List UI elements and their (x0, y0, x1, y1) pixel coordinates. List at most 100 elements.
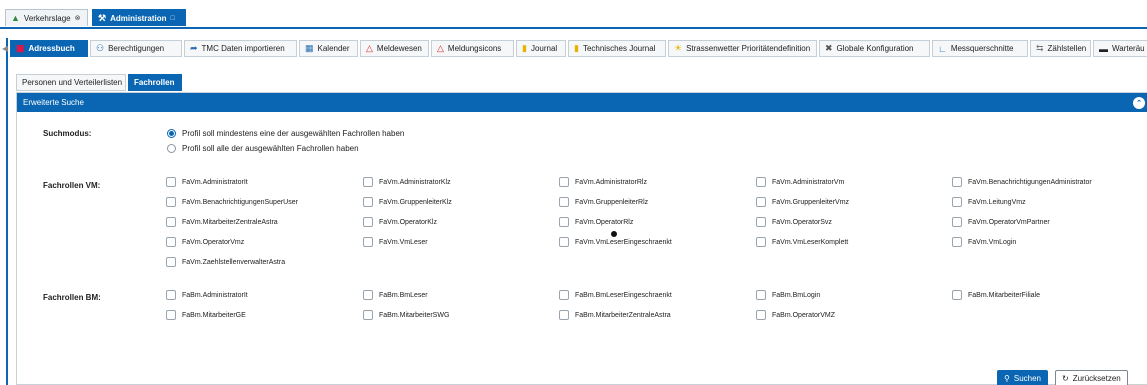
checkbox-box[interactable] (952, 197, 962, 207)
checkbox-box[interactable] (166, 177, 176, 187)
config-icon: ✖ (825, 43, 833, 53)
tab-personen-verteilerlisten[interactable]: Personen und Verteilerlisten (16, 74, 126, 91)
checkbox-box[interactable] (952, 290, 962, 300)
checkbox-box[interactable] (559, 237, 569, 247)
checkbox-box[interactable] (756, 237, 766, 247)
checkbox-box[interactable] (559, 290, 569, 300)
tab-meldungsicons[interactable]: △ Meldungsicons (431, 40, 514, 57)
window-tab-administration[interactable]: ⚒ Administration □ (92, 9, 186, 26)
checkbox-box[interactable] (363, 237, 373, 247)
role-checkbox[interactable]: FaBm.AdministratorIt (166, 290, 248, 300)
checkbox-box[interactable] (559, 197, 569, 207)
role-checkbox[interactable]: FaVm.GruppenleiterRlz (559, 197, 648, 207)
role-checkbox[interactable]: FaBm.MitarbeiterFiliale (952, 290, 1040, 300)
checkbox-box[interactable] (166, 290, 176, 300)
role-checkbox[interactable]: FaVm.OperatorVmPartner (952, 217, 1050, 227)
tab-journal[interactable]: ▮ Journal (516, 40, 566, 57)
role-checkbox[interactable]: FaBm.OperatorVMZ (756, 310, 835, 320)
radio-label: Profil soll alle der ausgewählten Fachro… (182, 144, 359, 153)
checkbox-label: FaVm.VmLogin (968, 238, 1017, 246)
checkbox-box[interactable] (363, 177, 373, 187)
checkbox-label: FaVm.AdministratorKlz (379, 178, 451, 186)
tab-tmc-import[interactable]: ➦ TMC Daten importieren (184, 40, 297, 57)
checkbox-box[interactable] (363, 217, 373, 227)
tab-zaehlstellen[interactable]: ⇆ Zählstellen (1030, 40, 1091, 57)
checkbox-box[interactable] (559, 177, 569, 187)
role-checkbox[interactable]: FaVm.OperatorVmz (166, 237, 244, 247)
radio-mode-all[interactable]: Profil soll alle der ausgewählten Fachro… (167, 144, 359, 153)
checkbox-box[interactable] (166, 257, 176, 267)
radio-mode-any[interactable]: Profil soll mindestens eine der ausgewäh… (167, 129, 404, 138)
close-icon[interactable]: ⊗ (75, 14, 81, 22)
role-checkbox[interactable]: FaVm.OperatorRlz (559, 217, 633, 227)
role-checkbox[interactable]: FaBm.MitarbeiterZentraleAstra (559, 310, 671, 320)
tab-fachrollen[interactable]: Fachrollen (128, 74, 182, 91)
tab-label: Adressbuch (28, 44, 75, 53)
checkbox-label: FaVm.OperatorVmPartner (968, 218, 1050, 226)
checkbox-label: FaVm.AdministratorIt (182, 178, 248, 186)
role-checkbox[interactable]: FaVm.VmLogin (952, 237, 1016, 247)
role-checkbox[interactable]: FaVm.AdministratorRlz (559, 177, 647, 187)
tab-technisches-journal[interactable]: ▮ Technisches Journal (568, 40, 666, 57)
panel-header[interactable]: Erweiterte Suche ⌃ (17, 93, 1147, 112)
checkbox-box[interactable] (952, 237, 962, 247)
role-checkbox[interactable]: FaBm.BmLogin (756, 290, 820, 300)
search-icon: ⚲ (1004, 374, 1010, 383)
role-checkbox[interactable]: FaVm.AdministratorIt (166, 177, 248, 187)
checkbox-box[interactable] (166, 217, 176, 227)
checkbox-box[interactable] (756, 217, 766, 227)
tab-meldewesen[interactable]: △ Meldewesen (360, 40, 429, 57)
window-tab-verkehrslage[interactable]: ▲ Verkehrslage ⊗ (5, 9, 88, 26)
role-checkbox[interactable]: FaVm.GruppenleiterKlz (363, 197, 452, 207)
checkbox-box[interactable] (363, 310, 373, 320)
checkbox-box[interactable] (166, 237, 176, 247)
checkbox-box[interactable] (559, 310, 569, 320)
role-checkbox[interactable]: FaVm.ZaehlstellenverwalterAstra (166, 257, 285, 267)
role-checkbox[interactable]: FaVm.VmLeser (363, 237, 428, 247)
tab-globale-konfiguration[interactable]: ✖ Globale Konfiguration (819, 40, 930, 57)
role-checkbox[interactable]: FaVm.AdministratorKlz (363, 177, 451, 187)
reset-button[interactable]: ↻ Zurücksetzen (1055, 370, 1128, 385)
tab-strassenwetter[interactable]: ☀ Strassenwetter Prioritätendefinition (668, 40, 817, 57)
checkbox-box[interactable] (756, 197, 766, 207)
role-checkbox[interactable]: FaVm.LeitungVmz (952, 197, 1026, 207)
checkbox-box[interactable] (756, 290, 766, 300)
role-checkbox[interactable]: FaBm.MitarbeiterSWG (363, 310, 449, 320)
checkbox-box[interactable] (166, 310, 176, 320)
checkbox-box[interactable] (559, 217, 569, 227)
role-checkbox[interactable]: FaVm.OperatorSvz (756, 217, 832, 227)
search-button[interactable]: ⚲ Suchen (997, 370, 1048, 385)
checkbox-label: FaVm.GruppenleiterVmz (772, 198, 850, 206)
radio-button[interactable] (167, 129, 176, 138)
role-checkbox[interactable]: FaVm.BenachrichtigungenAdministrator (952, 177, 1092, 187)
checkbox-box[interactable] (952, 177, 962, 187)
checkbox-box[interactable] (363, 290, 373, 300)
role-checkbox[interactable]: FaBm.BmLeser (363, 290, 428, 300)
role-checkbox[interactable]: FaVm.GruppenleiterVmz (756, 197, 849, 207)
checkbox-box[interactable] (166, 197, 176, 207)
tab-adressbuch[interactable]: ▣ Adressbuch (10, 40, 88, 57)
checkbox-box[interactable] (756, 177, 766, 187)
checkbox-box[interactable] (952, 217, 962, 227)
close-icon[interactable]: □ (171, 15, 175, 22)
checkbox-label: FaVm.GruppenleiterRlz (575, 198, 649, 206)
radio-button[interactable] (167, 144, 176, 153)
tools-icon: ⚒ (98, 12, 107, 23)
role-checkbox[interactable]: FaVm.VmLeserEingeschraenkt (559, 237, 672, 247)
checkbox-box[interactable] (756, 310, 766, 320)
checkbox-box[interactable] (363, 197, 373, 207)
role-checkbox[interactable]: FaVm.AdministratorVm (756, 177, 844, 187)
role-checkbox[interactable]: FaVm.OperatorKlz (363, 217, 437, 227)
role-checkbox[interactable]: FaVm.MitarbeiterZentraleAstra (166, 217, 278, 227)
role-checkbox[interactable]: FaVm.BenachrichtigungenSuperUser (166, 197, 298, 207)
tab-warteraeume[interactable]: ▬ Warteräu (1093, 40, 1147, 57)
role-checkbox[interactable]: FaBm.MitarbeiterGE (166, 310, 246, 320)
checkbox-label: FaBm.BmLogin (772, 291, 821, 299)
collapse-icon[interactable]: ⌃ (1133, 97, 1145, 109)
tab-kalender[interactable]: ▦ Kalender (299, 40, 358, 57)
role-checkbox[interactable]: FaVm.VmLeserKomplett (756, 237, 848, 247)
role-checkbox[interactable]: FaBm.BmLeserEingeschraenkt (559, 290, 672, 300)
tab-berechtigungen[interactable]: ⚇ Berechtigungen (90, 40, 182, 57)
tab-messquerschnitte[interactable]: ∟ Messquerschnitte (932, 40, 1028, 57)
addressbook-icon: ▣ (16, 43, 25, 53)
